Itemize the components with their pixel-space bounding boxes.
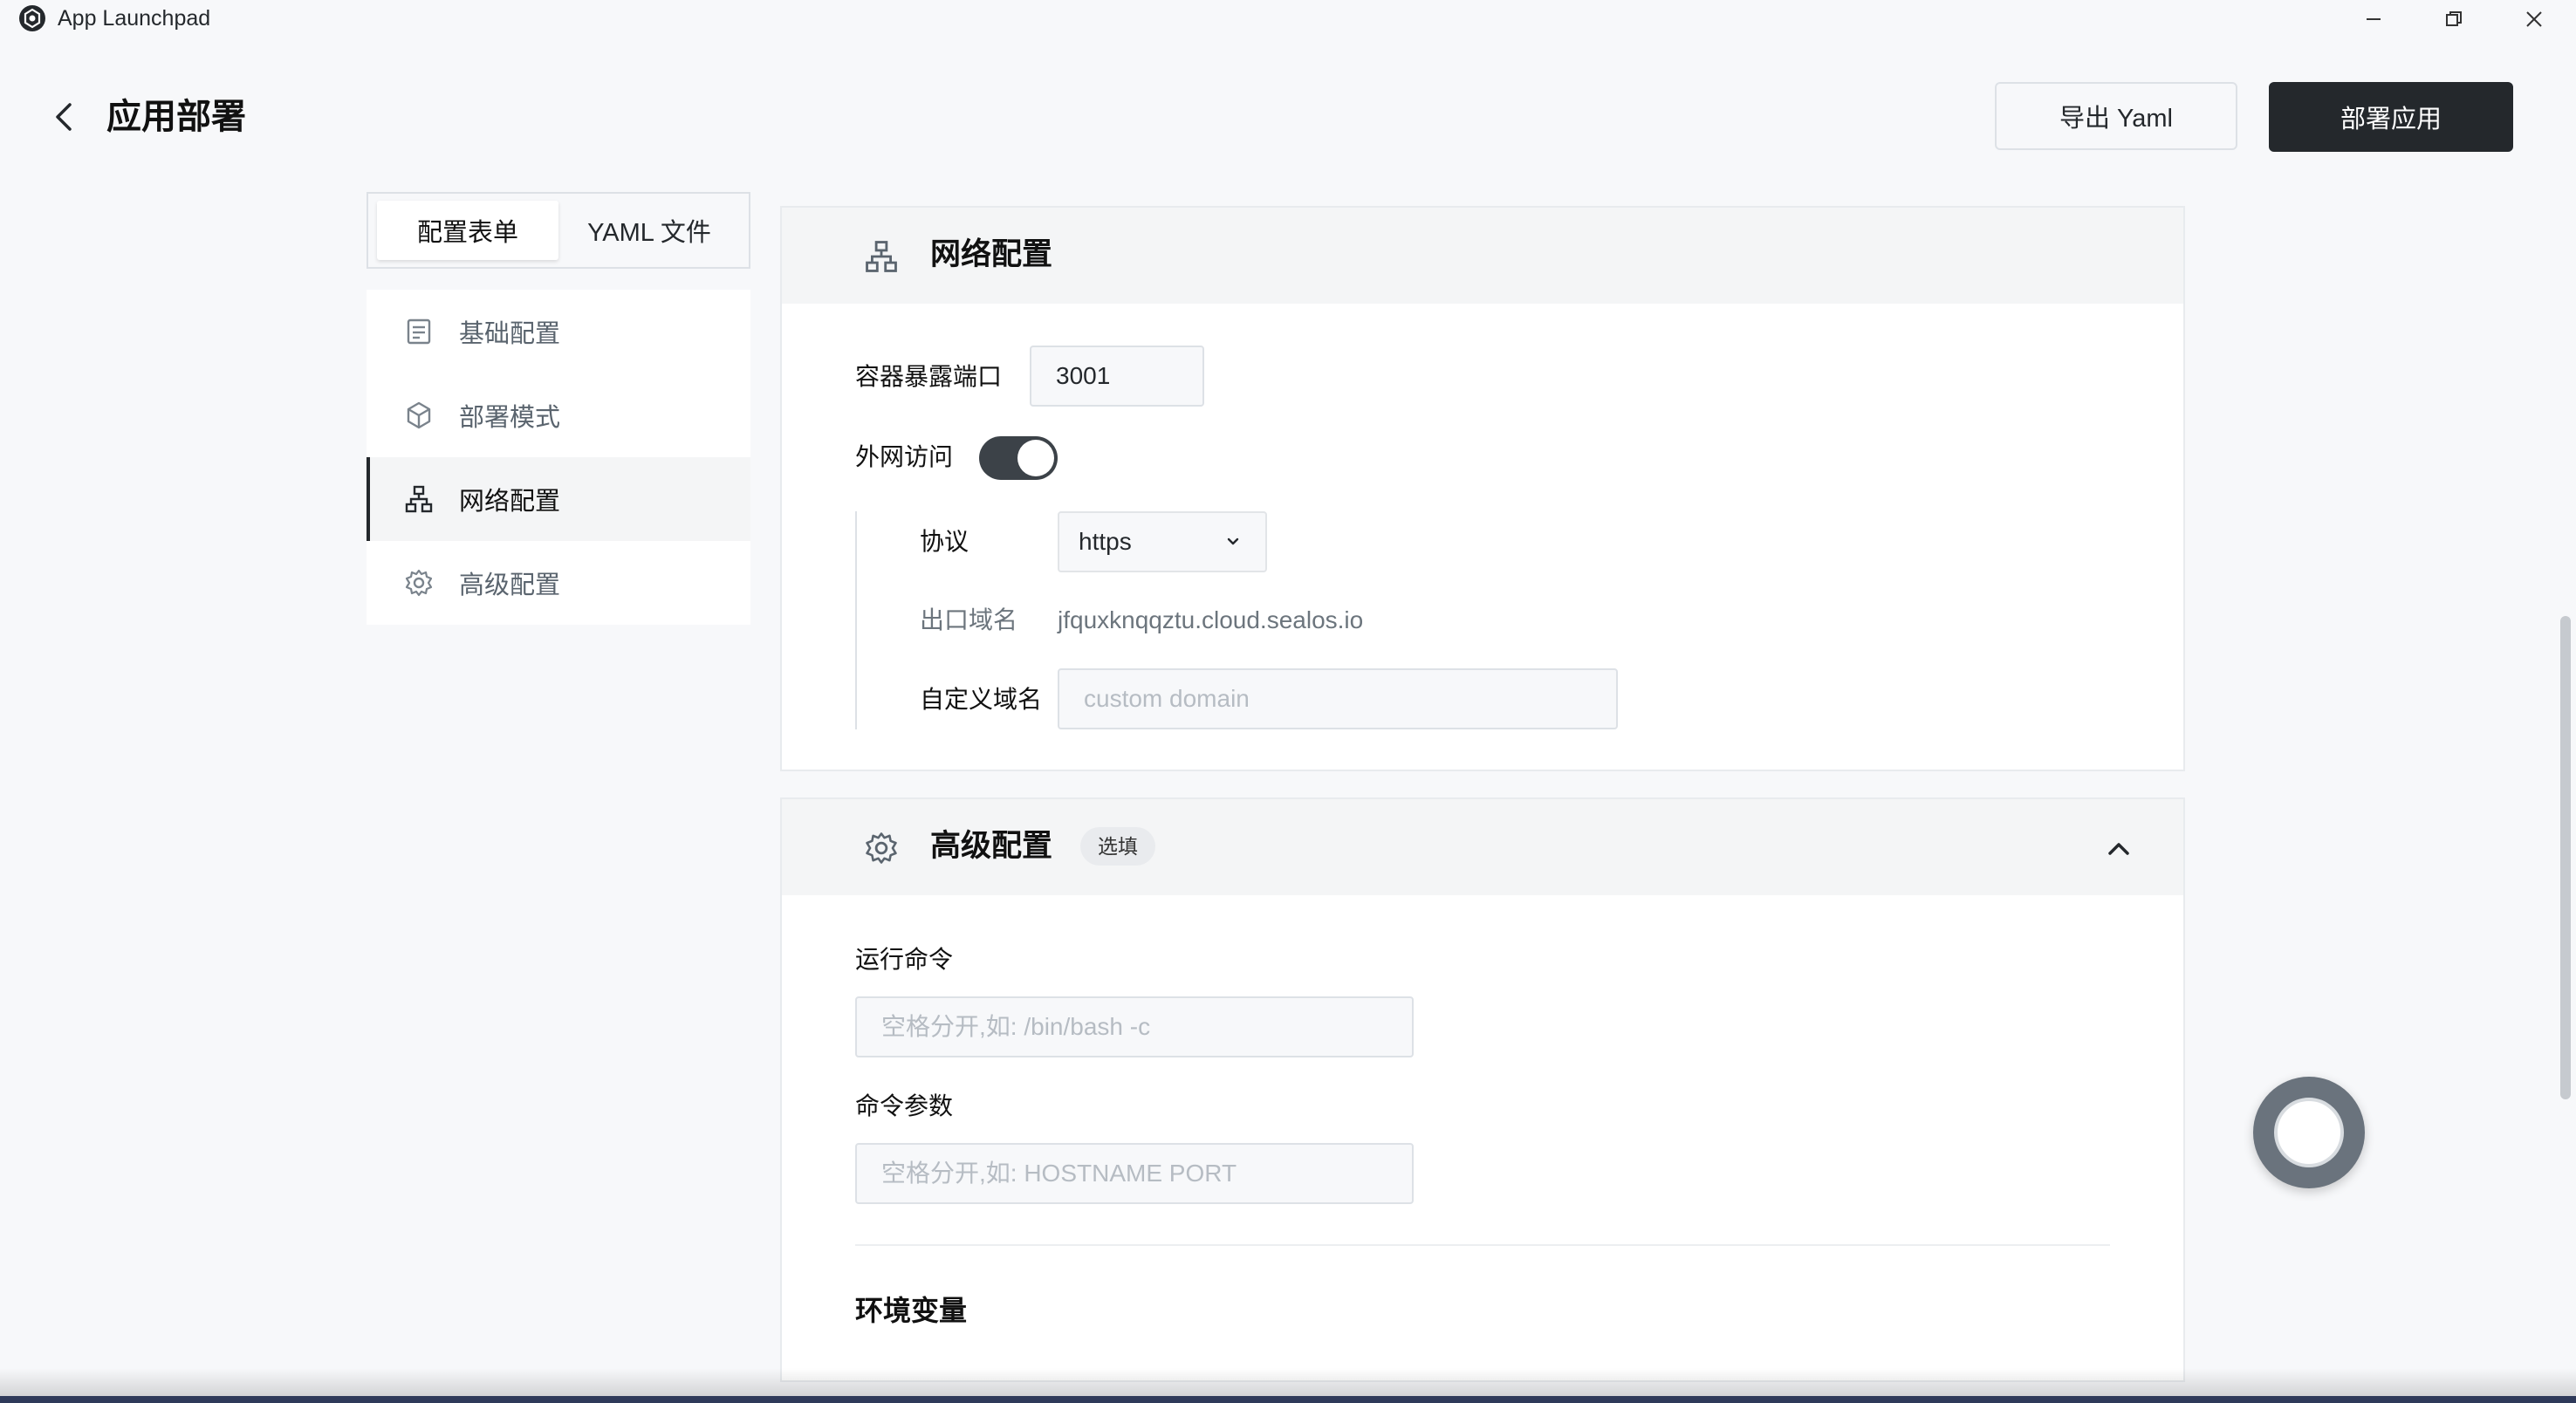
app-logo-icon [17, 3, 47, 33]
chevron-left-icon [56, 103, 72, 131]
nav-item-label: 部署模式 [459, 404, 561, 432]
command-input[interactable]: 空格分开,如: /bin/bash -c [855, 996, 1414, 1057]
domain-value: jfquxknqqztu.cloud.sealos.io [1058, 606, 1364, 633]
cube-icon [401, 398, 436, 433]
taskbar-edge [0, 1396, 2576, 1403]
args-label: 命令参数 [855, 1092, 954, 1119]
tab-form[interactable]: 配置表单 [377, 201, 558, 260]
public-access-label: 外网访问 [855, 443, 954, 470]
gear-icon [401, 565, 436, 600]
nav-item-basic[interactable]: 基础配置 [367, 290, 750, 373]
nav-item-advanced[interactable]: 高级配置 [367, 541, 750, 625]
protocol-select[interactable]: https [1058, 511, 1267, 572]
port-label: 容器暴露端口 [855, 363, 1003, 390]
minimize-icon[interactable] [2347, 0, 2400, 38]
card-title: 高级配置 [930, 829, 1053, 863]
protocol-label: 协议 [920, 528, 969, 555]
document-icon [401, 314, 436, 349]
port-input[interactable]: 3001 [1030, 346, 1204, 407]
scrollbar[interactable] [2560, 616, 2571, 1099]
nav-item-deploy-mode[interactable]: 部署模式 [367, 373, 750, 457]
gear-icon [864, 831, 899, 866]
back-button[interactable] [44, 94, 82, 140]
card-title: 网络配置 [930, 237, 1053, 271]
toggle-knob [1017, 440, 1054, 476]
card-header: 网络配置 [782, 208, 2183, 304]
card-header[interactable]: 高级配置 选填 [782, 799, 2183, 895]
protocol-value: https [1079, 528, 1132, 555]
deploy-app-button[interactable]: 部署应用 [2269, 82, 2513, 152]
chevron-down-icon [1227, 537, 1239, 545]
section-divider [855, 1244, 2110, 1246]
optional-badge: 选填 [1080, 827, 1155, 866]
custom-domain-input[interactable]: custom domain [1058, 668, 1618, 729]
env-vars-title: 环境变量 [855, 1295, 968, 1326]
sub-settings-divider [855, 511, 857, 729]
command-label: 运行命令 [855, 946, 954, 973]
restore-icon[interactable] [2428, 0, 2480, 38]
nav-item-network[interactable]: 网络配置 [367, 457, 750, 541]
export-yaml-button[interactable]: 导出 Yaml [1995, 82, 2237, 150]
section-nav: 基础配置 部署模式 网络配置 高级配置 [367, 290, 750, 625]
floating-assistant-button[interactable] [2253, 1077, 2365, 1188]
args-input[interactable]: 空格分开,如: HOSTNAME PORT [855, 1143, 1414, 1204]
advanced-config-card: 高级配置 选填 [780, 797, 2185, 1382]
nav-item-label: 高级配置 [459, 571, 561, 599]
network-icon [864, 239, 899, 274]
network-icon [401, 482, 436, 517]
tab-yaml[interactable]: YAML 文件 [562, 201, 736, 260]
page-title: 应用部署 [106, 98, 246, 136]
public-access-toggle[interactable] [979, 436, 1058, 480]
title-bar: App Launchpad [0, 0, 2576, 38]
app-title: App Launchpad [58, 6, 211, 31]
domain-label: 出口域名 [920, 606, 1018, 633]
nav-item-label: 基础配置 [459, 320, 561, 348]
close-icon[interactable] [2508, 0, 2560, 38]
nav-item-label: 网络配置 [459, 488, 561, 516]
circle-icon [2274, 1098, 2344, 1167]
custom-domain-label: 自定义域名 [920, 686, 1043, 713]
chevron-up-icon[interactable] [2101, 831, 2136, 866]
